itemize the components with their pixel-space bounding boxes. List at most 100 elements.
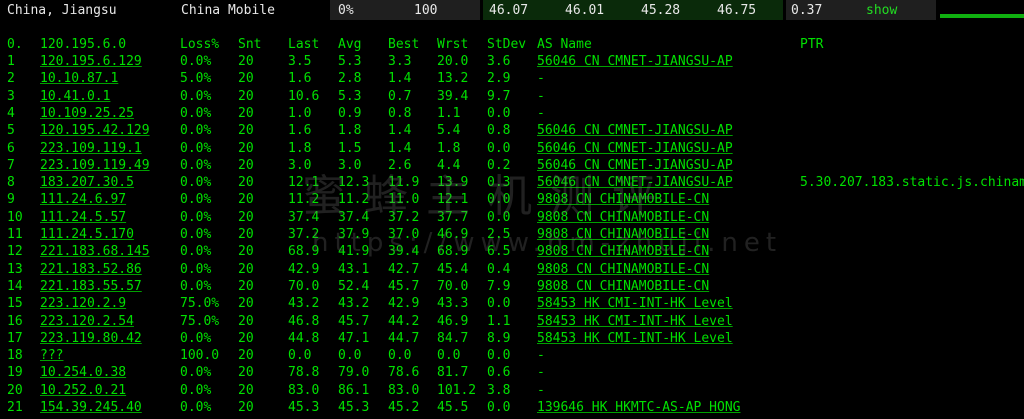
hop-host[interactable]: 221.183.68.145	[40, 244, 150, 259]
hop-best: 0.7	[388, 88, 412, 104]
hop-loss: 0.0%	[180, 192, 212, 208]
hop-loss: 0.0%	[180, 244, 212, 260]
hop-host[interactable]: 223.119.80.42	[40, 331, 142, 346]
hop-as-name[interactable]: 56046 CN CMNET-JIANGSU-AP	[537, 123, 733, 138]
hop-as-name[interactable]: 56046 CN CMNET-JIANGSU-AP	[537, 175, 733, 190]
hop-index: 18	[7, 348, 23, 364]
hop-host[interactable]: 221.183.55.57	[40, 279, 142, 294]
hop-as-name[interactable]: 58453 HK CMI-INT-HK Level	[537, 331, 733, 346]
hop-as-name[interactable]: 58453 HK CMI-INT-HK Level	[537, 314, 733, 329]
show-link[interactable]: show	[866, 3, 897, 18]
hop-host[interactable]: 120.195.6.129	[40, 54, 142, 69]
hop-avg: 0.9	[338, 105, 362, 121]
hop-avg: 43.2	[338, 296, 370, 312]
hop-as-name[interactable]: 139646 HK HKMTC-AS-AP HONG	[537, 400, 741, 415]
col-snt: Snt	[238, 37, 262, 52]
table-row: 6 223.109.119.1 0.0% 20 1.8 1.5 1.4 1.8 0.0 56046…	[0, 141, 1024, 158]
hop-host[interactable]: 111.24.6.97	[40, 192, 126, 207]
hop-host[interactable]: 183.207.30.5	[40, 175, 134, 190]
table-row: 13 221.183.52.86 0.0% 20 42.9 43.1 42.7 45.4 0.4…	[0, 262, 1024, 279]
hop-host[interactable]: 154.39.245.40	[40, 400, 142, 415]
hop-as-name[interactable]: 9808 CN CHINAMOBILE-CN	[537, 279, 709, 294]
hop-ptr: 5.30.207.183.static.js.chinam...	[800, 175, 1024, 191]
summary-bar: China, Jiangsu China Mobile 0% 100 46.07…	[0, 0, 1024, 20]
hop-best: 1.4	[388, 140, 412, 156]
hop-sent: 20	[238, 54, 254, 69]
hop-as-name[interactable]: 9808 CN CHINAMOBILE-CN	[537, 210, 709, 225]
hop-stdev: 0.0	[487, 140, 511, 156]
table-row: 12 221.183.68.145 0.0% 20 68.9 41.9 39.4 68.9 6.…	[0, 244, 1024, 261]
hop-host[interactable]: 223.109.119.49	[40, 158, 150, 173]
hop-best: 0.8	[388, 105, 412, 121]
hop-index: 11	[7, 227, 23, 242]
hop-host[interactable]: 10.109.25.25	[40, 106, 134, 121]
hop-sent: 20	[238, 157, 254, 173]
summary-isp: China Mobile	[181, 3, 275, 18]
hop-best: 3.3	[388, 54, 412, 69]
summary-loss: 0%	[338, 3, 354, 18]
hop-as-name[interactable]: 9808 CN CHINAMOBILE-CN	[537, 227, 709, 242]
hop-loss: 0.0%	[180, 157, 212, 173]
hop-as-name[interactable]: 9808 CN CHINAMOBILE-CN	[537, 244, 709, 259]
hop-stdev: 7.9	[487, 278, 511, 294]
hop-loss: 0.0%	[180, 140, 212, 156]
hop-host[interactable]: 223.109.119.1	[40, 141, 142, 156]
hop-sent: 20	[238, 105, 254, 121]
hop-host[interactable]: 10.10.87.1	[40, 71, 118, 86]
hop-stdev: 1.1	[487, 313, 511, 329]
hop-loss: 0.0%	[180, 123, 212, 139]
hop-host[interactable]: 221.183.52.86	[40, 262, 142, 277]
hop-index: 3	[7, 88, 15, 104]
summary-last: 46.07	[489, 3, 529, 18]
hop-last: 11.2	[288, 192, 320, 208]
hop-stdev: 3.8	[487, 382, 511, 398]
hop-worst: 68.9	[437, 244, 469, 260]
hop-avg: 2.8	[338, 71, 362, 87]
hop-worst: 12.1	[437, 192, 469, 208]
hop-stdev: 0.0	[487, 400, 511, 415]
hop-as-name[interactable]: 56046 CN CMNET-JIANGSU-AP	[537, 54, 733, 69]
hop-host[interactable]: 111.24.5.57	[40, 210, 126, 225]
hop-sent: 20	[238, 227, 254, 242]
hop-as-name[interactable]: 56046 CN CMNET-JIANGSU-AP	[537, 158, 733, 173]
hop-stdev: 0.3	[487, 175, 511, 191]
hop-best: 37.0	[388, 227, 420, 242]
hop-host[interactable]: 10.254.0.38	[40, 365, 126, 380]
hop-sent: 20	[238, 209, 254, 225]
table-row: 10 111.24.5.57 0.0% 20 37.4 37.4 37.2 37.7 0.0 98…	[0, 210, 1024, 227]
hop-as-name[interactable]: 9808 CN CHINAMOBILE-CN	[537, 192, 709, 207]
table-row: 1 120.195.6.129 0.0% 20 3.5 5.3 3.3 20.0 3.6 5604…	[0, 54, 1024, 71]
hop-index: 10	[7, 209, 23, 225]
hop-as-name: -	[537, 382, 545, 398]
hop-stdev: 0.0	[487, 192, 511, 208]
hop-best: 42.9	[388, 296, 420, 312]
hop-worst: 70.0	[437, 278, 469, 294]
hop-host[interactable]: 120.195.42.129	[40, 123, 150, 138]
hop-best: 78.6	[388, 365, 420, 381]
hop-sent: 20	[238, 400, 254, 415]
table-row: 3 10.41.0.1 0.0% 20 10.6 5.3 0.7 39.4 9.7 -	[0, 89, 1024, 106]
hop-index: 6	[7, 140, 15, 156]
hop-as-name: -	[537, 105, 545, 121]
summary-worst: 46.75	[717, 3, 757, 18]
hop-stdev: 0.0	[487, 296, 511, 312]
hop-worst: 46.9	[437, 313, 469, 329]
hop-as-name[interactable]: 9808 CN CHINAMOBILE-CN	[537, 262, 709, 277]
hop-worst: 45.4	[437, 261, 469, 277]
hop-sent: 20	[238, 382, 254, 398]
hop-as-name[interactable]: 56046 CN CMNET-JIANGSU-AP	[537, 141, 733, 156]
hop-host[interactable]: 223.120.2.54	[40, 314, 134, 329]
table-header: 0. 120.195.6.0 Loss% Snt Last Avg Best W…	[0, 37, 1024, 53]
table-row: 7 223.109.119.49 0.0% 20 3.0 3.0 2.6 4.4 0.2 5604…	[0, 158, 1024, 175]
hop-best: 2.6	[388, 157, 412, 173]
hop-as-name[interactable]: 58453 HK CMI-INT-HK Level	[537, 296, 733, 311]
hop-host[interactable]: 111.24.5.170	[40, 227, 134, 242]
table-row: 16 223.120.2.54 75.0% 20 46.8 45.7 44.2 46.9 1.1…	[0, 314, 1024, 331]
hop-index: 9	[7, 192, 15, 208]
hop-host[interactable]: ???	[40, 348, 63, 363]
hop-host[interactable]: 10.41.0.1	[40, 89, 110, 104]
hop-host[interactable]: 10.252.0.21	[40, 383, 126, 398]
hop-as-name: -	[537, 365, 545, 381]
hop-host[interactable]: 223.120.2.9	[40, 296, 126, 311]
hop-loss: 0.0%	[180, 227, 212, 242]
